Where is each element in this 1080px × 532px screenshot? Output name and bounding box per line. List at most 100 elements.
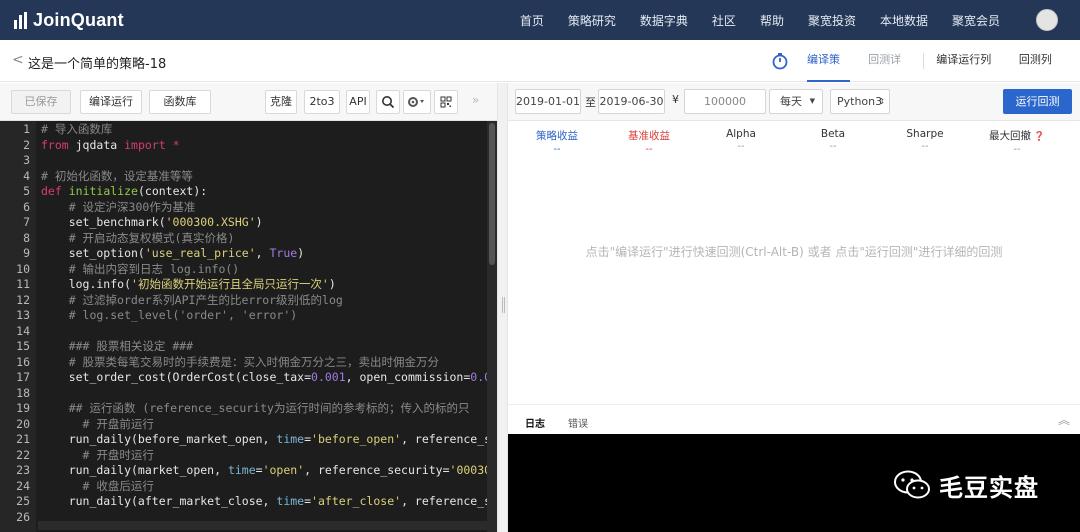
line-number: 2 <box>23 137 30 152</box>
code-token: , <box>255 246 270 260</box>
tab-backtest-list[interactable]: 回测列表 <box>1019 40 1062 106</box>
line-number: 18 <box>16 385 30 400</box>
2to3-button[interactable]: 2to3 <box>304 90 340 114</box>
code-token: ## 运行函数 (reference_security为运行时间的参考标的；传入… <box>68 401 470 415</box>
logo[interactable]: JoinQuant <box>14 8 124 32</box>
code-token: run_daily(market_open, <box>41 463 228 477</box>
code-token: set_order_cost(OrderCost(close_tax= <box>41 370 312 384</box>
tab-backtest-detail[interactable]: 回测详情 <box>868 40 911 106</box>
editor-horizontal-scrollbar[interactable] <box>38 521 487 530</box>
python-version-select[interactable]: Python3 ⇕ <box>830 89 890 114</box>
nav-link[interactable]: 策略研究 <box>568 12 616 29</box>
nav-link[interactable]: 首页 <box>520 12 544 29</box>
metric-item: 策略收益 -- <box>512 128 602 155</box>
code-token: = <box>255 463 263 477</box>
backtest-toolbar: 2019-01-01 至 2019-06-30 ¥ 100000 每天 ▼ Py… <box>508 83 1080 121</box>
tab-log[interactable]: 日志 <box>525 415 545 430</box>
compile-run-button[interactable]: 编译运行 <box>80 90 142 114</box>
code-line: # 股票类每笔交易时的手续费是：买入时佣金万分之三，卖出时佣金万分 <box>41 355 439 370</box>
metric-label: Sharpe <box>906 128 944 140</box>
line-number: 19 <box>16 401 30 415</box>
run-backtest-button[interactable]: 运行回测 <box>1003 89 1072 114</box>
settings-dropdown-icon[interactable] <box>403 90 431 114</box>
code-line: run_daily(before_market_open, time='befo… <box>41 432 497 447</box>
expand-up-icon[interactable]: ︽ <box>1058 411 1070 428</box>
metric-item: 基准收益 -- <box>604 128 694 155</box>
code-token: time <box>276 432 305 446</box>
line-number: 26 <box>16 509 30 524</box>
frequency-value: 每天 <box>780 95 802 108</box>
strategy-header: < 这是一个简单的策略-18 编译策略 回测详情 编译运行列表 回测列表 <box>0 40 1080 106</box>
frequency-select[interactable]: 每天 ▼ <box>769 89 823 114</box>
code-token: run_daily(before_market_open, <box>41 432 277 446</box>
code-line: def initialize(context): <box>41 184 207 199</box>
code-token: = <box>304 432 312 446</box>
line-number: 11 <box>16 277 30 291</box>
metric-item: 最大回撤 ❓ -- <box>972 128 1062 155</box>
avatar[interactable] <box>1036 9 1058 31</box>
code-token: ) <box>297 246 305 260</box>
saved-button[interactable]: 已保存 <box>11 90 71 114</box>
watermark-text: 毛豆实盘 <box>939 473 1039 502</box>
code-token: # log.set_level('order', 'error') <box>68 308 298 322</box>
logo-mark-icon <box>14 11 27 29</box>
metric-item: Alpha -- <box>696 128 786 152</box>
metric-value: -- <box>737 141 745 152</box>
panel-splitter[interactable] <box>497 83 508 532</box>
function-library-button[interactable]: 函数库 <box>149 90 211 114</box>
code-token: 'after_close' <box>311 494 402 508</box>
line-number: 23 <box>16 463 30 477</box>
code-line: run_daily(after_market_close, time='afte… <box>41 494 497 509</box>
code-editor[interactable]: 1 2 3 4 5 6 7 8 9 10 11 12 13 14 15 16 17 18 19 20 21 22 23 24 2… <box>0 121 497 532</box>
tab-compile-run-list[interactable]: 编译运行列表 <box>936 40 1001 106</box>
code-token: set_option( <box>41 246 145 260</box>
line-number: 9 <box>23 246 30 260</box>
tab-compile-strategy[interactable]: 编译策略 <box>807 40 851 106</box>
code-token: (context): <box>137 184 208 198</box>
code-token: = <box>304 494 312 508</box>
tab-errors[interactable]: 错误 <box>568 415 588 430</box>
code-line: ## 运行函数 (reference_security为运行时间的参考标的；传入… <box>41 401 470 416</box>
clone-button[interactable]: 克隆 <box>265 90 297 114</box>
end-date-input[interactable]: 2019-06-30 <box>598 89 665 114</box>
start-date-input[interactable]: 2019-01-01 <box>515 89 581 114</box>
code-token: # 导入函数库 <box>41 122 113 136</box>
collapse-panel-icon[interactable]: » <box>472 93 479 107</box>
stopwatch-icon[interactable] <box>771 52 789 70</box>
capital-input[interactable]: 100000 <box>684 89 766 114</box>
nav-link[interactable]: 本地数据 <box>880 12 928 29</box>
nav-link[interactable]: 社区 <box>712 12 736 29</box>
nav-link[interactable]: 帮助 <box>760 12 784 29</box>
code-line: set_order_cost(OrderCost(close_tax=0.001… <box>41 370 497 385</box>
line-number: 25 <box>16 494 30 508</box>
metric-label: Beta <box>820 128 846 140</box>
code-token: from <box>41 137 69 152</box>
code-token: , reference_secur <box>401 494 497 508</box>
code-line: from jqdata import * <box>41 138 180 153</box>
line-number: 15 <box>16 339 30 353</box>
line-number: 7 <box>23 215 30 229</box>
code-line: # 输出内容到日志 log.info() <box>41 262 240 277</box>
watermark: 毛豆实盘 <box>893 465 1039 505</box>
code-token: time <box>227 463 256 477</box>
search-icon[interactable] <box>376 90 400 114</box>
back-arrow-icon[interactable]: < <box>12 52 24 68</box>
code-token: def <box>41 184 62 198</box>
code-line: # 开启动态复权模式(真实价格) <box>41 231 235 246</box>
code-token: , reference_security= <box>304 463 450 477</box>
qrcode-icon[interactable] <box>434 90 458 114</box>
nav-link[interactable]: 数据字典 <box>640 12 688 29</box>
code-token: 'open' <box>262 463 305 477</box>
api-button[interactable]: API <box>346 90 370 114</box>
nav-link[interactable]: 聚宽会员 <box>952 12 1000 29</box>
help-icon[interactable]: ❓ <box>1031 132 1045 142</box>
editor-vertical-scrollbar[interactable] <box>487 121 497 532</box>
nav-link[interactable]: 聚宽投资 <box>808 12 856 29</box>
line-number: 6 <box>23 199 30 214</box>
